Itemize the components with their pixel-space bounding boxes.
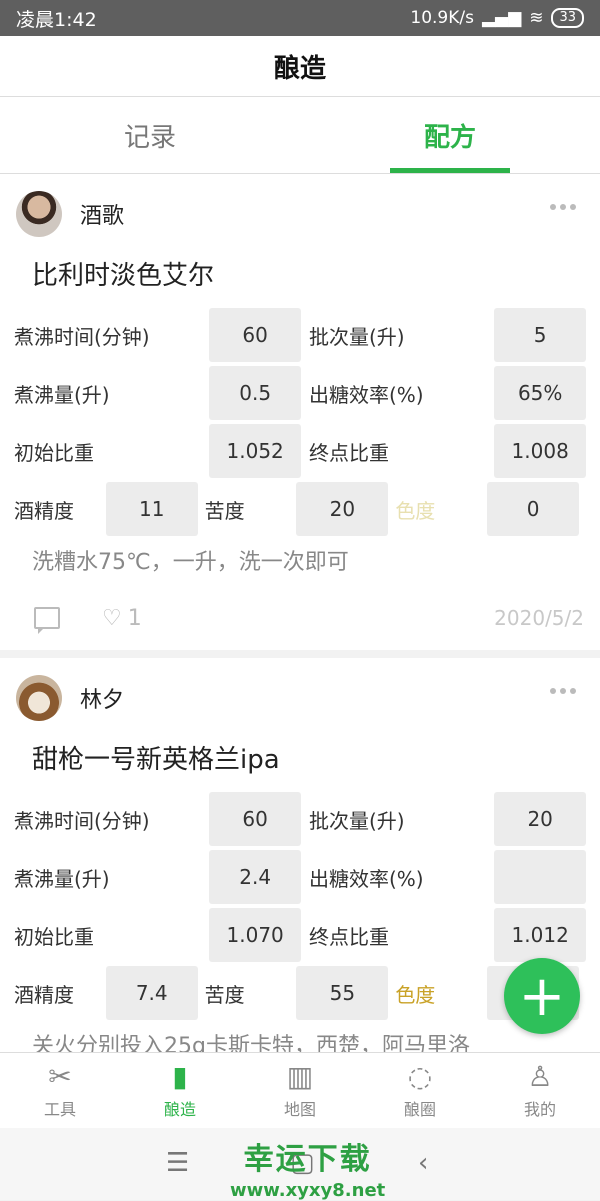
og-value: 1.052 <box>209 424 301 478</box>
battery-icon: 33 <box>551 8 584 28</box>
watermark-title: 幸运下载 <box>243 1142 372 1177</box>
status-bar: 凌晨1:42 10.9K/s ▂▄▆ ≋ 33 <box>0 0 600 36</box>
og-value: 1.070 <box>209 908 301 962</box>
watermark-url: www.xyxy8.net <box>230 1180 386 1201</box>
avatar[interactable] <box>16 675 62 721</box>
tab-records[interactable]: 记录 <box>0 97 300 173</box>
map-icon: ▥ <box>286 1060 314 1093</box>
fg-label: 终点比重 <box>308 924 389 949</box>
fg-label: 终点比重 <box>308 440 389 465</box>
status-icons: 10.9K/s ▂▄▆ ≋ 33 <box>410 8 584 28</box>
fg-value: 1.008 <box>494 424 586 478</box>
batch-label: 批次量(升) <box>308 808 405 833</box>
tools-icon: ✂ <box>48 1060 72 1093</box>
network-speed: 10.9K/s <box>410 8 474 28</box>
color-value: 0 <box>487 482 579 536</box>
fg-value: 1.012 <box>494 908 586 962</box>
tab-bar: 记录 配方 <box>0 97 600 174</box>
more-icon[interactable] <box>550 204 576 210</box>
og-label: 初始比重 <box>14 924 94 949</box>
like-count: 1 <box>127 605 142 631</box>
bottom-nav: ✂ 工具 ▮ 酿造 ▥ 地图 ◌ 酿圈 ♙ 我的 <box>0 1052 600 1129</box>
efficiency-value: 65% <box>494 366 586 420</box>
boil-volume-label: 煮沸量(升) <box>14 382 110 407</box>
ibu-value: 20 <box>296 482 389 536</box>
boil-time-value: 60 <box>209 308 301 362</box>
signal-icon: ▂▄▆ <box>481 8 522 28</box>
like-button[interactable]: ♡ 1 <box>102 606 142 631</box>
ibu-label: 苦度 <box>204 982 245 1007</box>
batch-label: 批次量(升) <box>308 324 405 349</box>
abv-value: 7.4 <box>105 966 198 1020</box>
boil-time-value: 60 <box>209 792 301 846</box>
nav-label: 酿造 <box>163 1100 196 1119</box>
recipe-title: 比利时淡色艾尔 <box>32 261 215 291</box>
back-icon[interactable]: ‹ <box>418 1148 428 1178</box>
tab-recipes[interactable]: 配方 <box>300 97 600 173</box>
batch-value: 5 <box>494 308 586 362</box>
comment-icon[interactable] <box>34 607 60 634</box>
color-label: 色度 <box>395 498 436 523</box>
cup-icon: ▮ <box>172 1060 188 1093</box>
wifi-icon: ≋ <box>529 8 544 28</box>
menu-icon[interactable]: ☰ <box>166 1148 189 1178</box>
boil-time-label: 煮沸时间(分钟) <box>14 324 150 349</box>
nav-tools[interactable]: ✂ 工具 <box>0 1053 120 1129</box>
more-icon[interactable] <box>550 688 576 694</box>
recipe-title: 甜枪一号新英格兰ipa <box>32 745 280 775</box>
boil-volume-value: 2.4 <box>209 850 301 904</box>
nav-brew[interactable]: ▮ 酿造 <box>120 1053 240 1129</box>
nav-mine[interactable]: ♙ 我的 <box>480 1053 600 1129</box>
ibu-value: 55 <box>296 966 389 1020</box>
page-title: 酿造 <box>0 36 600 97</box>
nav-map[interactable]: ▥ 地图 <box>240 1053 360 1129</box>
author-name[interactable]: 酒歌 <box>80 198 124 230</box>
abv-label: 酒精度 <box>14 498 74 523</box>
color-label: 色度 <box>395 982 436 1007</box>
user-icon: ♙ <box>527 1060 553 1093</box>
og-label: 初始比重 <box>14 440 94 465</box>
boil-volume-label: 煮沸量(升) <box>14 866 110 891</box>
nav-label: 工具 <box>43 1100 76 1119</box>
efficiency-value <box>494 850 586 904</box>
circle-icon: ◌ <box>407 1060 433 1093</box>
nav-label: 地图 <box>283 1100 316 1119</box>
watermark: 幸运下载 www.xyxy8.net <box>230 1134 385 1201</box>
avatar[interactable] <box>16 191 62 237</box>
abv-label: 酒精度 <box>14 982 74 1007</box>
nav-label: 我的 <box>523 1100 556 1119</box>
efficiency-label: 出糖效率(%) <box>308 866 424 891</box>
boil-volume-value: 0.5 <box>209 366 301 420</box>
recipe-card[interactable]: 酒歌 比利时淡色艾尔 煮沸时间(分钟) 60 批次量(升) 5 煮沸量(升) 0… <box>0 174 600 650</box>
abv-value: 11 <box>105 482 198 536</box>
post-date: 2020/5/2 <box>494 606 584 630</box>
add-recipe-button[interactable]: + <box>504 958 580 1034</box>
batch-value: 20 <box>494 792 586 846</box>
ibu-label: 苦度 <box>204 498 245 523</box>
author-name[interactable]: 林夕 <box>80 682 124 714</box>
nav-label: 酿圈 <box>403 1100 436 1119</box>
recipe-feed[interactable]: 酒歌 比利时淡色艾尔 煮沸时间(分钟) 60 批次量(升) 5 煮沸量(升) 0… <box>0 174 600 1052</box>
status-time: 凌晨1:42 <box>16 8 97 31</box>
heart-icon: ♡ <box>102 605 122 631</box>
recipe-note: 洗糟水75℃，一升，洗一次即可 <box>32 550 349 575</box>
nav-circle[interactable]: ◌ 酿圈 <box>360 1053 480 1129</box>
efficiency-label: 出糖效率(%) <box>308 382 424 407</box>
recipe-note: 关火分别投入25g卡斯卡特，西楚，阿马里洛 <box>32 1034 470 1052</box>
boil-time-label: 煮沸时间(分钟) <box>14 808 150 833</box>
